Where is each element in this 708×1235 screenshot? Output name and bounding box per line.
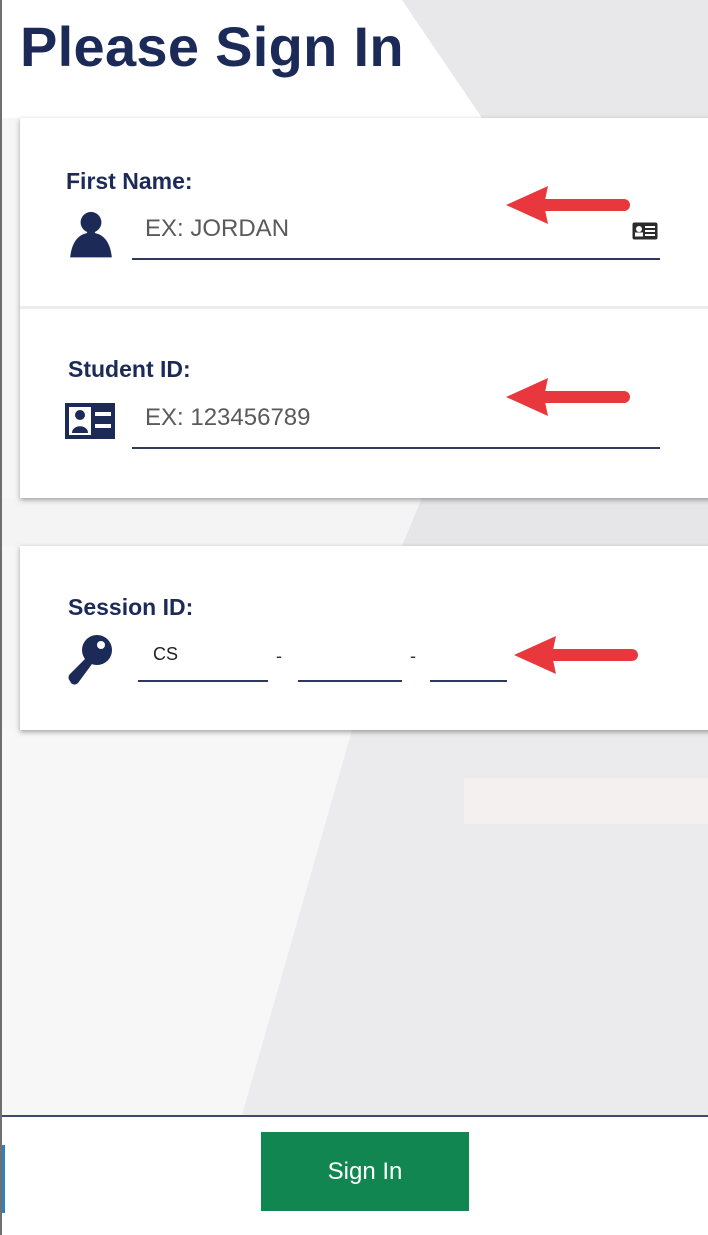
- session-segment-1-value: CS: [153, 644, 179, 664]
- id-card-icon: [632, 222, 658, 240]
- id-card-icon: [65, 403, 115, 439]
- first-name-label: First Name:: [66, 168, 193, 194]
- key-icon: [68, 635, 112, 685]
- segment-separator: -: [410, 646, 416, 666]
- card-divider: [20, 306, 708, 309]
- session-id-label: Session ID:: [68, 594, 194, 620]
- session-segment-2-input[interactable]: [298, 680, 402, 682]
- arrow-left-icon: [506, 378, 630, 416]
- sign-in-page: Please Sign In First Name: Student ID:: [0, 0, 708, 1235]
- segment-separator: -: [276, 646, 282, 666]
- first-name-underline: [132, 258, 660, 260]
- person-icon: [70, 211, 112, 258]
- session-segment-1-input[interactable]: [138, 680, 268, 682]
- arrow-left-icon: [506, 186, 630, 224]
- page-title: Please Sign In: [20, 15, 404, 78]
- student-id-label: Student ID:: [68, 356, 191, 382]
- student-id-underline: [132, 447, 660, 449]
- credentials-card: First Name: Student ID:: [20, 118, 708, 498]
- session-segment-3-input[interactable]: [430, 680, 507, 682]
- sign-in-button[interactable]: Sign In: [261, 1132, 469, 1211]
- window-edge: [2, 1145, 5, 1213]
- arrow-left-icon: [514, 636, 638, 674]
